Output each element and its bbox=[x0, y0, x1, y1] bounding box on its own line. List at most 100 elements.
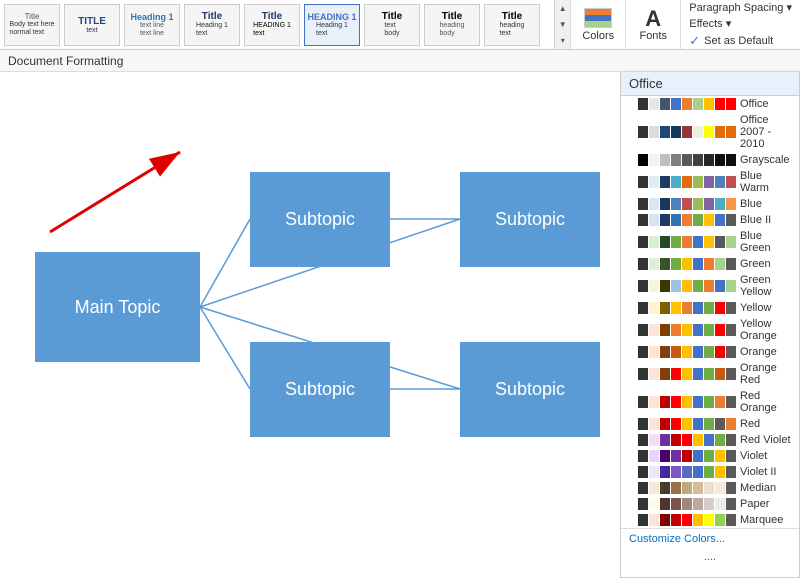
style-title[interactable]: TITLE text bbox=[64, 4, 120, 46]
swatch bbox=[649, 514, 659, 526]
color-row-18[interactable]: Median bbox=[621, 480, 799, 496]
style-normal[interactable]: Title Body text herenormal text bbox=[4, 4, 60, 46]
swatch bbox=[715, 176, 725, 188]
swatch bbox=[726, 498, 736, 510]
swatch bbox=[682, 258, 692, 270]
color-row-label-20: Marquee bbox=[740, 514, 783, 526]
swatch bbox=[682, 450, 692, 462]
swatch bbox=[638, 450, 648, 462]
customize-colors-label: Customize Colors... bbox=[629, 533, 725, 545]
style-heading1[interactable]: Heading 1 text linetext line bbox=[124, 4, 180, 46]
color-row-5[interactable]: Blue II bbox=[621, 212, 799, 228]
swatch bbox=[704, 98, 714, 110]
color-swatches-1 bbox=[627, 126, 736, 138]
swatch bbox=[671, 498, 681, 510]
color-row-10[interactable]: Yellow Orange bbox=[621, 316, 799, 344]
color-swatches-10 bbox=[627, 324, 736, 336]
color-row-6[interactable]: Blue Green bbox=[621, 228, 799, 256]
fonts-button[interactable]: A Fonts bbox=[625, 0, 680, 49]
color-row-15[interactable]: Red Violet bbox=[621, 432, 799, 448]
color-rows-container: OfficeOffice 2007 - 2010GrayscaleBlue Wa… bbox=[621, 96, 799, 528]
swatch bbox=[693, 368, 703, 380]
swatch bbox=[671, 280, 681, 292]
swatch bbox=[627, 434, 637, 446]
color-row-2[interactable]: Grayscale bbox=[621, 152, 799, 168]
swatch bbox=[671, 514, 681, 526]
swatch bbox=[638, 324, 648, 336]
style-title6[interactable]: Title headingbody bbox=[424, 4, 480, 46]
color-row-12[interactable]: Orange Red bbox=[621, 360, 799, 388]
color-swatches-16 bbox=[627, 450, 736, 462]
colors-button[interactable]: Colors bbox=[570, 0, 625, 49]
swatch bbox=[638, 434, 648, 446]
color-row-9[interactable]: Yellow bbox=[621, 300, 799, 316]
swatch bbox=[693, 126, 703, 138]
swatch bbox=[682, 236, 692, 248]
style-title2[interactable]: Title Heading 1text bbox=[184, 4, 240, 46]
color-row-label-12: Orange Red bbox=[740, 362, 793, 386]
swatch bbox=[649, 214, 659, 226]
swatch bbox=[682, 98, 692, 110]
gallery-scroll[interactable]: ▲ ▼ ▾ bbox=[554, 0, 570, 49]
customize-colors-btn[interactable]: Customize Colors... bbox=[621, 528, 799, 549]
swatch bbox=[649, 418, 659, 430]
style-title5[interactable]: Title textbody bbox=[364, 4, 420, 46]
swatch bbox=[715, 450, 725, 462]
color-row-3[interactable]: Blue Warm bbox=[621, 168, 799, 196]
swatch bbox=[682, 302, 692, 314]
swatch bbox=[715, 126, 725, 138]
swatch bbox=[682, 466, 692, 478]
swatch bbox=[627, 176, 637, 188]
swatch bbox=[682, 346, 692, 358]
swatch bbox=[649, 482, 659, 494]
swatch bbox=[649, 466, 659, 478]
swatch bbox=[726, 126, 736, 138]
swatch bbox=[693, 434, 703, 446]
paragraph-spacing-btn[interactable]: Paragraph Spacing ▾ bbox=[689, 1, 792, 14]
swatch bbox=[649, 368, 659, 380]
set-as-default-btn[interactable]: ✓ Set as Default bbox=[689, 33, 792, 49]
swatch bbox=[682, 482, 692, 494]
style-title3[interactable]: Title HEADING 1text bbox=[244, 4, 300, 46]
swatch bbox=[671, 418, 681, 430]
swatch bbox=[704, 434, 714, 446]
style-gallery[interactable]: Title Body text herenormal text TITLE te… bbox=[0, 0, 554, 49]
swatch bbox=[671, 126, 681, 138]
color-row-1[interactable]: Office 2007 - 2010 bbox=[621, 112, 799, 152]
color-row-8[interactable]: Green Yellow bbox=[621, 272, 799, 300]
color-row-16[interactable]: Violet bbox=[621, 448, 799, 464]
effects-btn[interactable]: Effects ▾ bbox=[689, 17, 792, 30]
style-title4[interactable]: HEADING 1 Heading 1text bbox=[304, 4, 360, 46]
color-row-4[interactable]: Blue bbox=[621, 196, 799, 212]
swatch bbox=[627, 324, 637, 336]
color-row-11[interactable]: Orange bbox=[621, 344, 799, 360]
swatch bbox=[671, 214, 681, 226]
color-row-label-14: Red bbox=[740, 418, 760, 430]
swatch bbox=[704, 280, 714, 292]
color-row-14[interactable]: Red bbox=[621, 416, 799, 432]
swatch bbox=[638, 176, 648, 188]
color-row-label-6: Blue Green bbox=[740, 230, 793, 254]
swatch bbox=[682, 198, 692, 210]
swatch bbox=[638, 154, 648, 166]
swatch bbox=[726, 368, 736, 380]
swatch bbox=[671, 368, 681, 380]
dropdown-header: Office bbox=[621, 72, 799, 96]
style-title7[interactable]: Title headingtext bbox=[484, 4, 540, 46]
swatch bbox=[638, 280, 648, 292]
swatch bbox=[660, 154, 670, 166]
swatch bbox=[671, 236, 681, 248]
color-row-19[interactable]: Paper bbox=[621, 496, 799, 512]
color-row-0[interactable]: Office bbox=[621, 96, 799, 112]
color-row-17[interactable]: Violet II bbox=[621, 464, 799, 480]
swatch bbox=[726, 324, 736, 336]
swatch bbox=[704, 258, 714, 270]
swatch bbox=[682, 368, 692, 380]
color-row-7[interactable]: Green bbox=[621, 256, 799, 272]
swatch bbox=[715, 258, 725, 270]
color-row-20[interactable]: Marquee bbox=[621, 512, 799, 528]
swatch bbox=[649, 434, 659, 446]
swatch bbox=[726, 434, 736, 446]
swatch bbox=[682, 434, 692, 446]
color-row-13[interactable]: Red Orange bbox=[621, 388, 799, 416]
